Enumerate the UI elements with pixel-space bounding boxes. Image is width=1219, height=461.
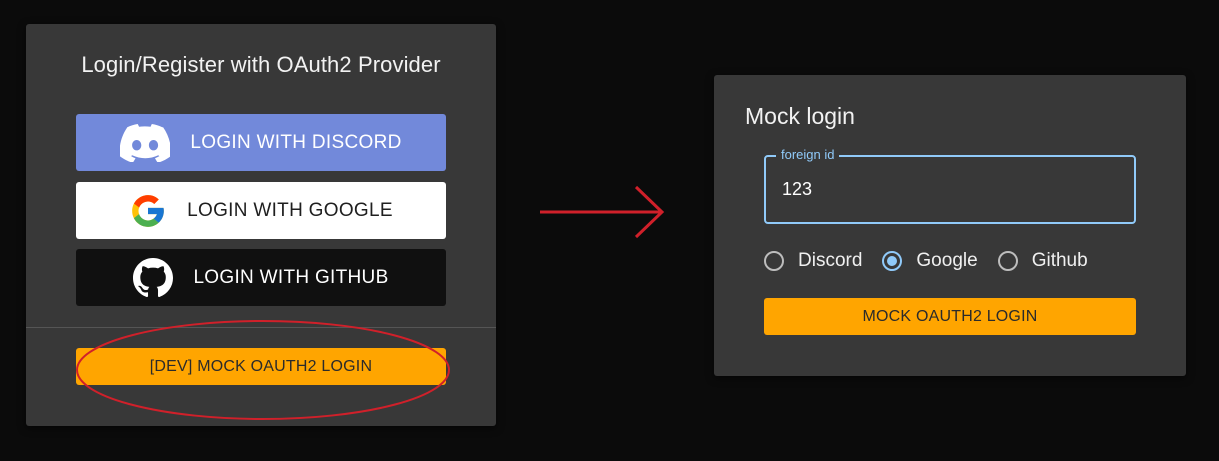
provider-option-discord[interactable]: Discord <box>764 250 862 272</box>
provider-radio-group: Discord Google Github <box>764 248 1108 274</box>
provider-label-discord: Discord <box>798 250 863 271</box>
dev-mock-button-label: [DEV] MOCK OAUTH2 LOGIN <box>149 357 373 375</box>
mock-oauth2-login-button[interactable]: MOCK OAUTH2 LOGIN <box>764 298 1136 335</box>
github-button-label: LOGIN WITH GITHUB <box>193 266 389 288</box>
google-button-label: LOGIN WITH GOOGLE <box>187 199 393 221</box>
mock-login-card: Mock login foreign id Discord Google Git… <box>714 75 1186 376</box>
discord-icon <box>120 123 171 162</box>
radio-unchecked-icon[interactable] <box>764 251 784 271</box>
foreign-id-field[interactable]: foreign id <box>764 147 1136 224</box>
login-with-github-button[interactable]: LOGIN WITH GITHUB <box>76 249 446 306</box>
github-icon <box>133 257 174 298</box>
provider-label-google: Google <box>916 250 978 271</box>
oauth-card-title: Login/Register with OAuth2 Provider <box>81 52 441 77</box>
foreign-id-label: foreign id <box>776 147 840 163</box>
mock-button-label: MOCK OAUTH2 LOGIN <box>862 307 1038 325</box>
login-with-discord-button[interactable]: LOGIN WITH DISCORD <box>76 114 446 171</box>
provider-option-google[interactable]: Google <box>882 250 978 272</box>
mock-login-title: Mock login <box>745 103 855 129</box>
dev-mock-oauth2-login-button[interactable]: [DEV] MOCK OAUTH2 LOGIN <box>76 348 446 385</box>
oauth-login-card: Login/Register with OAuth2 Provider LOGI… <box>26 24 496 426</box>
discord-button-label: LOGIN WITH DISCORD <box>190 131 402 153</box>
arrow-right-icon <box>540 185 665 239</box>
foreign-id-input[interactable] <box>782 179 1112 200</box>
screenshot-stage: Login/Register with OAuth2 Provider LOGI… <box>0 0 1219 461</box>
provider-option-github[interactable]: Github <box>997 250 1088 272</box>
radio-unchecked-icon[interactable] <box>997 251 1018 271</box>
login-with-google-button[interactable]: LOGIN WITH GOOGLE <box>76 182 446 239</box>
card-divider <box>26 327 496 328</box>
google-icon <box>129 192 167 230</box>
provider-label-github: Github <box>1031 250 1088 271</box>
radio-checked-icon[interactable] <box>882 251 903 271</box>
